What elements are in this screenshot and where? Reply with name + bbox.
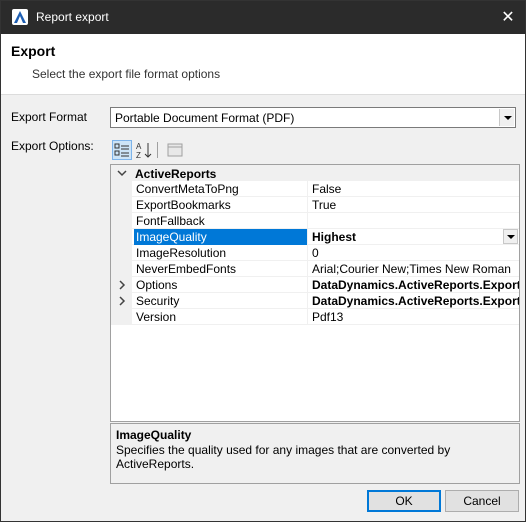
property-row-exportbookmarks[interactable]: ExportBookmarks True [111, 197, 519, 213]
property-name: ImageQuality [134, 229, 308, 245]
property-grid[interactable]: ActiveReports ConvertMetaToPng False Exp… [110, 164, 520, 422]
header-panel: Export Select the export file format opt… [1, 34, 525, 95]
row-gutter [111, 245, 132, 261]
window-title: Report export [36, 10, 109, 24]
property-value[interactable]: Arial;Courier New;Times New Roman [309, 261, 519, 277]
property-name: Options [134, 277, 308, 293]
category-label: ActiveReports [135, 167, 217, 181]
chevron-right-icon[interactable] [117, 280, 127, 290]
export-format-select[interactable]: Portable Document Format (PDF) [110, 107, 516, 128]
property-value[interactable]: True [309, 197, 519, 213]
property-value[interactable]: DataDynamics.ActiveReports.Export. [309, 277, 519, 293]
property-grid-toolbar: A Z [110, 139, 516, 163]
chevron-down-icon[interactable] [499, 109, 514, 126]
chevron-down-icon[interactable] [117, 168, 127, 178]
svg-text:A: A [136, 142, 142, 151]
property-row-convertmetatopng[interactable]: ConvertMetaToPng False [111, 181, 519, 197]
property-value[interactable]: 0 [309, 245, 519, 261]
report-export-dialog: Report export ✕ Export Select the export… [0, 0, 526, 522]
property-pages-icon[interactable] [165, 140, 185, 160]
toolbar-separator [157, 142, 158, 158]
property-value[interactable]: DataDynamics.ActiveReports.Export. [309, 293, 519, 309]
row-gutter [111, 309, 132, 325]
property-row-fontfallback[interactable]: FontFallback [111, 213, 519, 229]
property-value[interactable] [309, 213, 519, 229]
export-options-label: Export Options: [11, 139, 94, 153]
property-row-options[interactable]: Options DataDynamics.ActiveReports.Expor… [111, 277, 519, 293]
export-format-value: Portable Document Format (PDF) [115, 111, 295, 125]
ok-button[interactable]: OK [367, 490, 441, 512]
property-name: FontFallback [134, 213, 308, 229]
row-gutter [111, 181, 132, 197]
row-gutter [111, 277, 132, 293]
property-row-neverembedfonts[interactable]: NeverEmbedFonts Arial;Courier New;Times … [111, 261, 519, 277]
row-gutter [111, 213, 132, 229]
cancel-button[interactable]: Cancel [445, 490, 519, 512]
property-name: ExportBookmarks [134, 197, 308, 213]
activereports-app-icon [12, 9, 28, 25]
property-name: NeverEmbedFonts [134, 261, 308, 277]
row-gutter [111, 293, 132, 309]
property-row-security[interactable]: Security DataDynamics.ActiveReports.Expo… [111, 293, 519, 309]
row-gutter [111, 229, 132, 245]
category-row[interactable]: ActiveReports [111, 165, 519, 181]
property-name: ImageResolution [134, 245, 308, 261]
property-value[interactable]: False [309, 181, 519, 197]
property-name: ConvertMetaToPng [134, 181, 308, 197]
title-bar[interactable]: Report export ✕ [1, 1, 525, 34]
property-name: Security [134, 293, 308, 309]
export-format-label: Export Format [11, 110, 88, 124]
property-row-imagequality[interactable]: ImageQuality Highest [111, 229, 519, 245]
property-value[interactable]: Pdf13 [309, 309, 519, 325]
row-gutter [111, 261, 132, 277]
chevron-right-icon[interactable] [117, 296, 127, 306]
property-name: Version [134, 309, 308, 325]
description-panel: ImageQuality Specifies the quality used … [110, 423, 520, 484]
alphabetical-sort-icon[interactable]: A Z [134, 140, 154, 160]
close-icon[interactable]: ✕ [491, 1, 525, 34]
description-title: ImageQuality [116, 428, 192, 442]
svg-text:Z: Z [136, 151, 141, 160]
chevron-down-icon[interactable] [503, 229, 518, 244]
categorized-icon[interactable] [112, 140, 132, 160]
row-gutter [111, 197, 132, 213]
property-row-imageresolution[interactable]: ImageResolution 0 [111, 245, 519, 261]
description-text: Specifies the quality used for any image… [116, 443, 451, 471]
property-value[interactable]: Highest [309, 229, 519, 245]
property-row-version[interactable]: Version Pdf13 [111, 309, 519, 325]
page-title: Export [11, 43, 56, 59]
page-subtitle: Select the export file format options [32, 67, 221, 81]
